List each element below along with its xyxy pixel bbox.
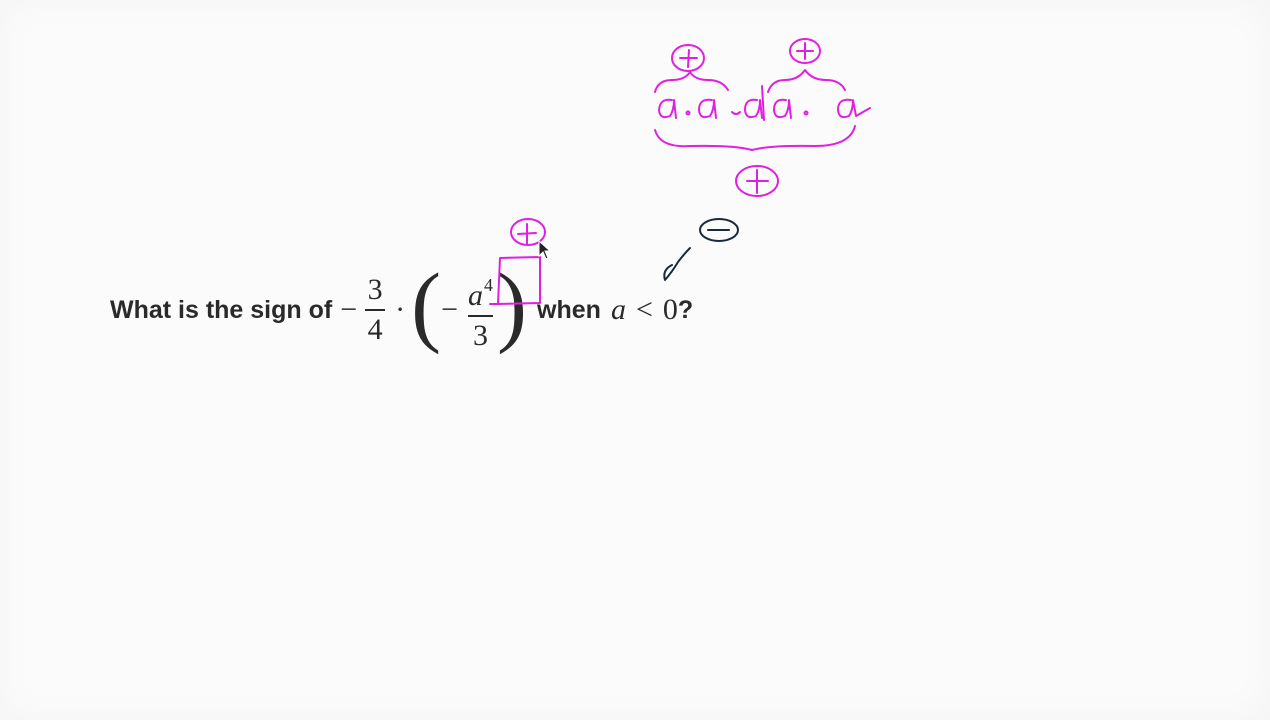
fraction-three-fourths: 3 4 <box>365 273 386 347</box>
expansion-letters <box>658 85 871 121</box>
fraction-denominator: 3 <box>473 318 489 352</box>
mouse-cursor-icon <box>538 240 552 260</box>
condition-value: 0 <box>662 293 678 326</box>
brace-under <box>654 125 856 151</box>
fraction-a4-over-3: a4 3 <box>468 268 494 353</box>
fraction-bar <box>468 314 494 317</box>
fraction-denominator: 4 <box>367 313 383 346</box>
plus-circle-icon <box>789 38 821 64</box>
question-mark: ? <box>677 295 694 324</box>
brace-left-pair <box>654 71 729 93</box>
plus-circle-icon <box>735 165 779 197</box>
condition-variable: a <box>610 293 626 326</box>
open-parenthesis: ( <box>411 256 442 355</box>
brace-right-pair <box>767 69 846 93</box>
when-text: when <box>537 295 601 324</box>
minus-sign: − <box>340 293 358 326</box>
condition-operator: < <box>635 293 653 326</box>
power-exponent: 4 <box>484 274 494 295</box>
handwritten-annotations <box>489 38 871 305</box>
minus-circle-icon <box>699 218 739 242</box>
whiteboard-canvas: What is the sign of − 3 4 · ( − a4 3 ) w… <box>0 0 1270 720</box>
close-parenthesis: ) <box>497 256 528 355</box>
inner-minus-sign: − <box>441 293 459 326</box>
question-line: What is the sign of − 3 4 · ( − a4 3 ) w… <box>110 260 693 360</box>
fraction-bar <box>365 309 386 311</box>
plus-circle-icon <box>671 44 705 72</box>
question-prefix: What is the sign of <box>110 295 333 324</box>
multiplication-dot: · <box>395 293 406 326</box>
fraction-numerator: 3 <box>367 273 383 306</box>
fraction-numerator-power: a4 <box>468 268 493 313</box>
power-base: a <box>468 278 484 312</box>
